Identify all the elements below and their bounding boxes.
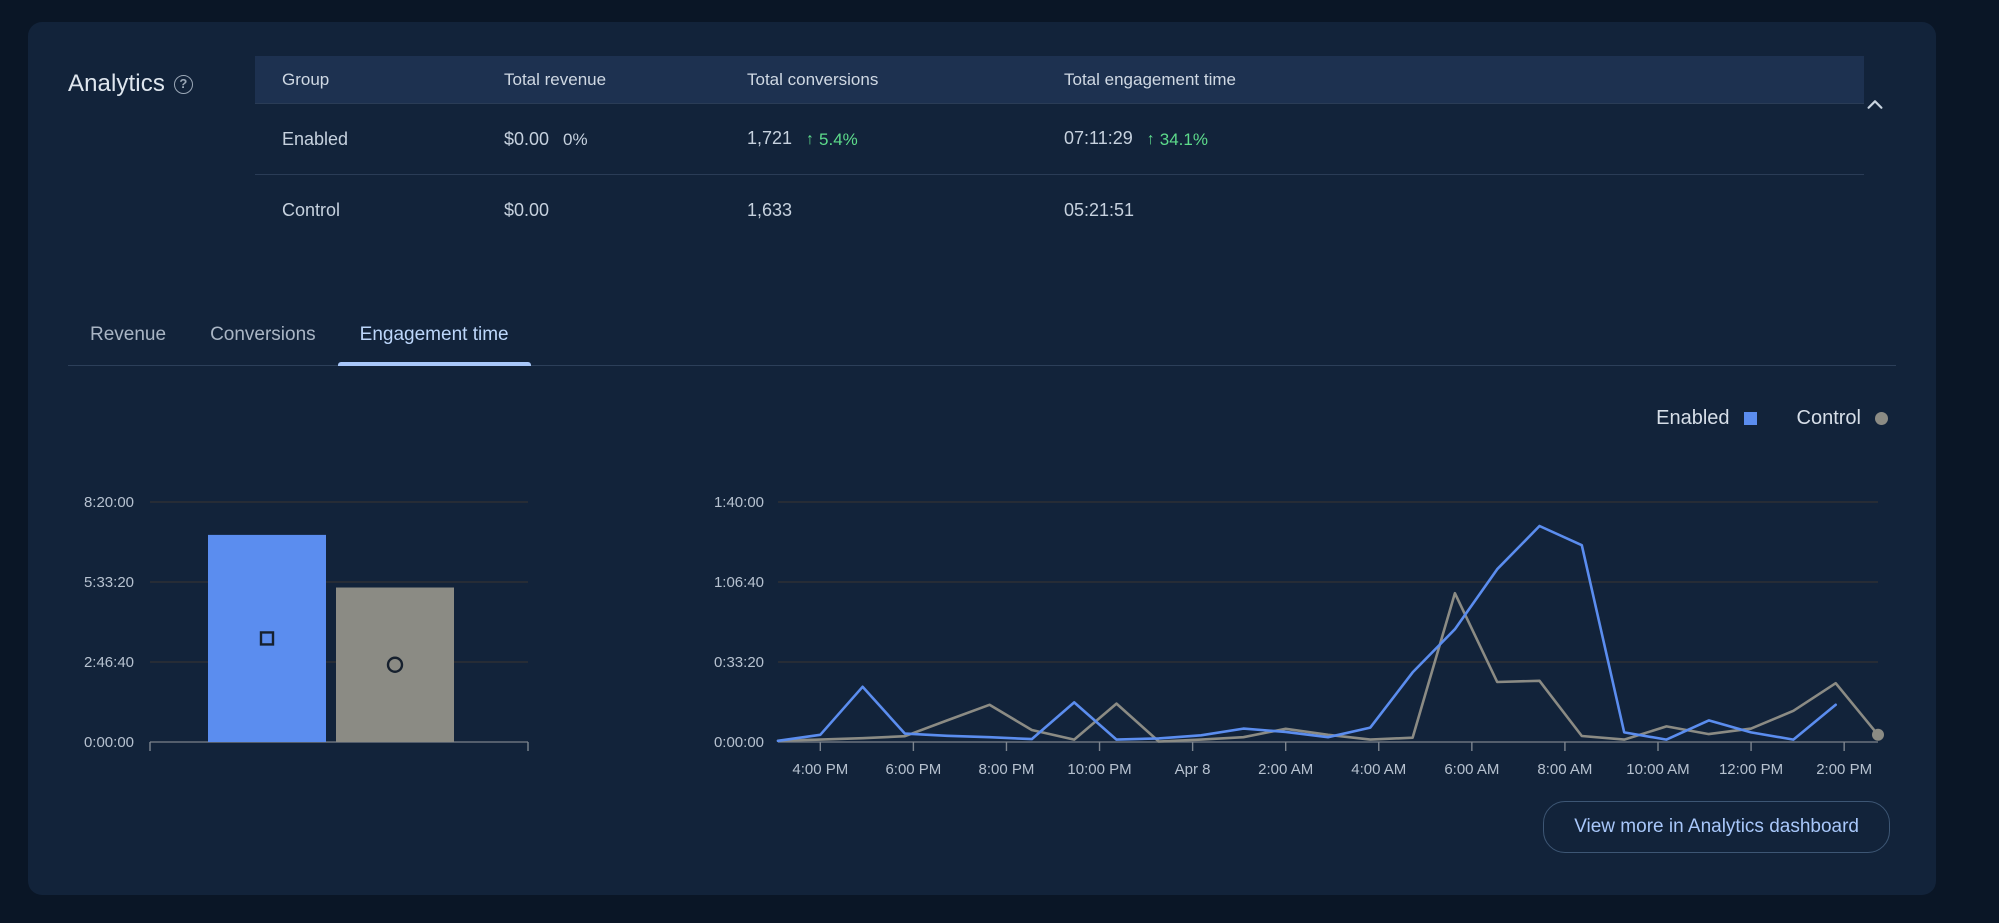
arrow-up-icon: ↑	[1146, 131, 1155, 148]
y-axis-tick-label: 0:33:20	[714, 654, 764, 671]
table-row: Enabled $0.00 0% 1,721 ↑ 5.4% 07:11:29 ↑…	[255, 103, 1864, 174]
legend-item-enabled[interactable]: Enabled	[1656, 407, 1757, 430]
chart-legend: Enabled Control	[1656, 407, 1888, 430]
column-header-conversions: Total conversions	[747, 69, 879, 89]
help-circle-icon[interactable]: ?	[173, 74, 193, 94]
column-header-group: Group	[282, 69, 330, 89]
legend-label-enabled: Enabled	[1656, 407, 1730, 429]
bar-enabled	[208, 534, 326, 742]
view-more-analytics-button[interactable]: View more in Analytics dashboard	[1543, 801, 1890, 853]
y-axis-tick-label: 2:46:40	[84, 654, 134, 671]
tab-engagement-time[interactable]: Engagement time	[337, 304, 531, 366]
chevron-up-icon	[1867, 100, 1883, 109]
bar-control	[336, 587, 454, 742]
cell-engagement-value: 07:11:29	[1064, 128, 1133, 148]
x-axis-tick-label: 2:00 PM	[1816, 761, 1872, 778]
legend-square-icon	[1743, 412, 1757, 425]
x-axis-tick-label: 10:00 AM	[1626, 761, 1689, 778]
legend-label-control: Control	[1796, 407, 1861, 429]
y-axis-tick-label: 1:40:00	[714, 494, 764, 511]
cell-conversions-value: 1,721	[747, 128, 793, 148]
line-series-control	[776, 591, 1880, 743]
tab-conversions[interactable]: Conversions	[188, 304, 338, 366]
y-axis-tick-label: 1:06:40	[714, 574, 764, 591]
line-series-enabled	[776, 524, 1837, 743]
cell-group: Enabled	[282, 128, 349, 149]
x-axis-tick-label: 4:00 AM	[1351, 761, 1406, 778]
cell-engagement-delta: ↑ 34.1%	[1147, 130, 1208, 150]
x-axis-tick-label: 8:00 PM	[979, 761, 1035, 778]
cell-conversions-value: 1,633	[747, 199, 793, 220]
cell-engagement-value: 05:21:51	[1064, 199, 1135, 220]
cell-revenue-value: $0.00	[504, 128, 550, 149]
x-axis-tick-label: 10:00 PM	[1067, 761, 1131, 778]
cell-conversions-delta-value: 5.4%	[819, 130, 858, 149]
cell-revenue-delta: 0%	[563, 129, 588, 149]
column-header-engagement: Total engagement time	[1064, 69, 1236, 89]
arrow-up-icon: ↑	[806, 131, 815, 148]
x-axis-tick-label: 12:00 PM	[1719, 761, 1783, 778]
y-axis-tick-label: 0:00:00	[714, 734, 764, 751]
y-axis-tick-label: 0:00:00	[84, 734, 134, 751]
y-axis-tick-label: 5:33:20	[84, 574, 134, 591]
x-axis-tick-label: 4:00 PM	[792, 761, 848, 778]
x-axis-tick-label: 8:00 AM	[1537, 761, 1592, 778]
legend-item-control[interactable]: Control	[1797, 407, 1888, 430]
table-row: Control $0.00 1,633 05:21:51	[255, 174, 1864, 245]
analytics-title-text: Analytics	[68, 70, 165, 97]
page-title: Analytics ?	[68, 70, 193, 98]
tab-revenue[interactable]: Revenue	[68, 304, 188, 366]
legend-circle-icon	[1875, 412, 1888, 425]
chart-tabs: Revenue Conversions Engagement time	[68, 304, 1896, 366]
cell-conversions: 1,721 ↑ 5.4%	[720, 128, 1037, 150]
x-axis-tick-label: 2:00 AM	[1258, 761, 1313, 778]
cell-group: Control	[282, 199, 341, 220]
column-header-revenue: Total revenue	[504, 69, 607, 89]
cell-revenue: $0.00 0%	[477, 129, 720, 150]
y-axis-tick-label: 8:20:00	[84, 494, 134, 511]
cell-conversions-delta: ↑ 5.4%	[806, 130, 858, 150]
line-endpoint-marker-control	[1872, 728, 1884, 741]
x-axis-tick-label: 6:00 AM	[1444, 761, 1499, 778]
cell-engagement-delta-value: 34.1%	[1159, 130, 1208, 149]
x-axis-tick-label: Apr 8	[1175, 761, 1211, 778]
x-axis-tick-label: 6:00 PM	[885, 761, 941, 778]
cell-engagement: 07:11:29 ↑ 34.1%	[1037, 128, 1864, 150]
cell-revenue-value: $0.00	[504, 199, 550, 220]
engagement-bar-chart: 0:00:00 2:46:40 5:33:20 8:20:00	[68, 492, 678, 802]
analytics-summary-table: Group Total revenue Total conversions To…	[255, 56, 1864, 245]
table-header-row: Group Total revenue Total conversions To…	[255, 56, 1864, 103]
engagement-line-chart: 0:00:00 0:33:20 1:06:40 1:40:00 4:00 PM 6:00 …	[688, 492, 1898, 837]
analytics-card: Analytics ? Group Total revenue Total co…	[28, 22, 1936, 895]
